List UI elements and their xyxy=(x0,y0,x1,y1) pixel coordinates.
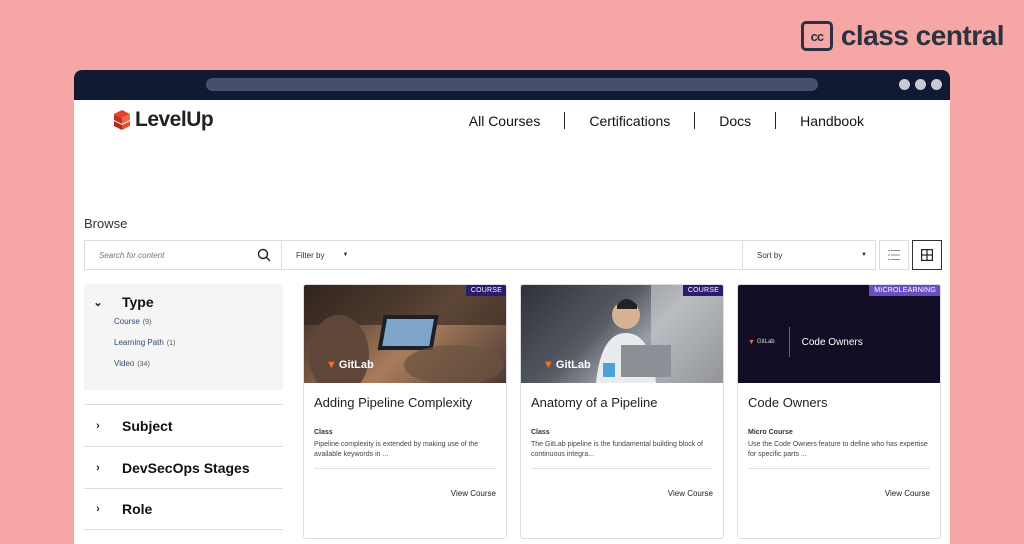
search-box xyxy=(84,240,282,270)
card-divider xyxy=(314,468,496,469)
filter-sidebar: ⌄ Type Course (9) Learning Path (1) Video(… xyxy=(84,284,283,530)
view-course-link[interactable]: View Course xyxy=(885,489,930,498)
course-type: Micro Course xyxy=(748,429,793,436)
caret-down-icon: ▼ xyxy=(342,252,349,258)
course-type: Class xyxy=(314,429,333,436)
nav-handbook[interactable]: Handbook xyxy=(776,113,888,129)
course-title[interactable]: Adding Pipeline Complexity xyxy=(314,395,506,429)
gitlab-fox-icon: ▼ xyxy=(748,338,755,346)
thumbnail-title: Code Owners xyxy=(801,336,863,348)
main-nav: All Courses Certifications Docs Handbook xyxy=(445,112,888,129)
type-option-learning-path[interactable]: Learning Path (1) xyxy=(114,338,283,347)
view-course-link[interactable]: View Course xyxy=(451,489,496,498)
course-card[interactable]: COURSE ▼ GitLab Adding Pipeline Complexit… xyxy=(303,284,507,539)
card-divider xyxy=(531,468,713,469)
chevron-down-icon: ⌄ xyxy=(93,296,103,309)
gitlab-watermark: ▼ GitLab xyxy=(326,359,374,371)
window-dot-icon[interactable] xyxy=(915,79,926,90)
chevron-right-icon: › xyxy=(96,461,100,474)
facet-role[interactable]: › Role xyxy=(84,488,283,530)
gitlab-fox-icon: ▼ xyxy=(326,359,337,371)
sort-label: Sort by xyxy=(757,250,783,260)
course-badge: MICROLEARNING xyxy=(869,285,940,296)
course-thumbnail[interactable]: MICROLEARNING ▼ GitLab Code Owners xyxy=(738,285,940,383)
class-central-name: class central xyxy=(840,20,1005,51)
nav-docs[interactable]: Docs xyxy=(695,113,775,129)
gitlab-logo: ▼ GitLab xyxy=(748,338,775,346)
grid-view-icon xyxy=(921,249,933,261)
course-description: Use the Code Owners feature to define wh… xyxy=(748,441,928,458)
course-type: Class xyxy=(531,429,550,436)
course-card[interactable]: COURSE ▼ GitLab Anatomy of a Pipeline Cla… xyxy=(520,284,724,539)
course-badge: COURSE xyxy=(682,285,723,296)
cube-logo-icon xyxy=(114,110,130,130)
address-bar[interactable] xyxy=(206,78,818,91)
gitlab-watermark: ▼ GitLab xyxy=(543,359,591,371)
brand-name: LevelUp xyxy=(135,108,214,131)
class-central-logo: cc class central xyxy=(800,20,1005,52)
window-dot-icon[interactable] xyxy=(931,79,942,90)
filter-dropdown[interactable]: Filter by ▼ xyxy=(282,240,743,270)
site-header: LevelUp All Courses Certifications Docs … xyxy=(74,100,950,140)
class-central-mark: cc xyxy=(800,21,833,51)
course-description: Pipeline complexity is extended by makin… xyxy=(314,441,479,458)
filter-label: Filter by xyxy=(296,250,325,260)
nav-certifications[interactable]: Certifications xyxy=(565,113,694,129)
list-view-button[interactable] xyxy=(879,240,909,270)
caret-down-icon: ▼ xyxy=(861,252,867,258)
course-card[interactable]: MICROLEARNING ▼ GitLab Code Owners Code O… xyxy=(737,284,941,539)
facet-devsecops-stages[interactable]: › DevSecOps Stages xyxy=(84,446,283,488)
course-grid: COURSE ▼ GitLab Adding Pipeline Complexit… xyxy=(303,284,941,539)
type-option-course[interactable]: Course (9) xyxy=(114,317,283,326)
course-title[interactable]: Anatomy of a Pipeline xyxy=(531,395,723,429)
search-input[interactable] xyxy=(99,250,239,260)
window-controls xyxy=(899,79,942,90)
facet-type-label: Type xyxy=(122,294,154,310)
list-view-icon xyxy=(888,250,900,260)
search-icon[interactable] xyxy=(257,248,271,262)
nav-all-courses[interactable]: All Courses xyxy=(445,113,565,129)
course-badge: COURSE xyxy=(465,285,506,296)
course-thumbnail[interactable]: COURSE ▼ GitLab xyxy=(304,285,506,383)
thumbnail-title-block: ▼ GitLab Code Owners xyxy=(748,327,863,357)
facet-type: ⌄ Type Course (9) Learning Path (1) Video(… xyxy=(84,284,283,390)
browser-window: LevelUp All Courses Certifications Docs … xyxy=(74,70,950,544)
course-thumbnail[interactable]: COURSE ▼ GitLab xyxy=(521,285,723,383)
chevron-right-icon: › xyxy=(96,419,100,432)
browse-toolbar: Filter by ▼ Sort by ▼ xyxy=(84,240,942,270)
course-description: The GitLab pipeline is the fundamental b… xyxy=(531,441,703,458)
course-title[interactable]: Code Owners xyxy=(748,395,940,429)
card-divider xyxy=(748,468,930,469)
window-dot-icon[interactable] xyxy=(899,79,910,90)
view-course-link[interactable]: View Course xyxy=(668,489,713,498)
sort-dropdown[interactable]: Sort by ▼ xyxy=(743,240,876,270)
type-option-video[interactable]: Video (34) xyxy=(114,359,283,368)
chevron-right-icon: › xyxy=(96,503,100,515)
levelup-logo[interactable]: LevelUp xyxy=(114,108,214,132)
grid-view-button[interactable] xyxy=(912,240,942,270)
page-title: Browse xyxy=(84,216,128,231)
facet-subject[interactable]: › Subject xyxy=(84,404,283,446)
browser-title-bar xyxy=(74,70,950,100)
type-options: Course (9) Learning Path (1) Video (34) xyxy=(114,317,283,368)
gitlab-fox-icon: ▼ xyxy=(543,359,554,371)
facet-type-toggle[interactable]: ⌄ Type xyxy=(92,294,283,310)
